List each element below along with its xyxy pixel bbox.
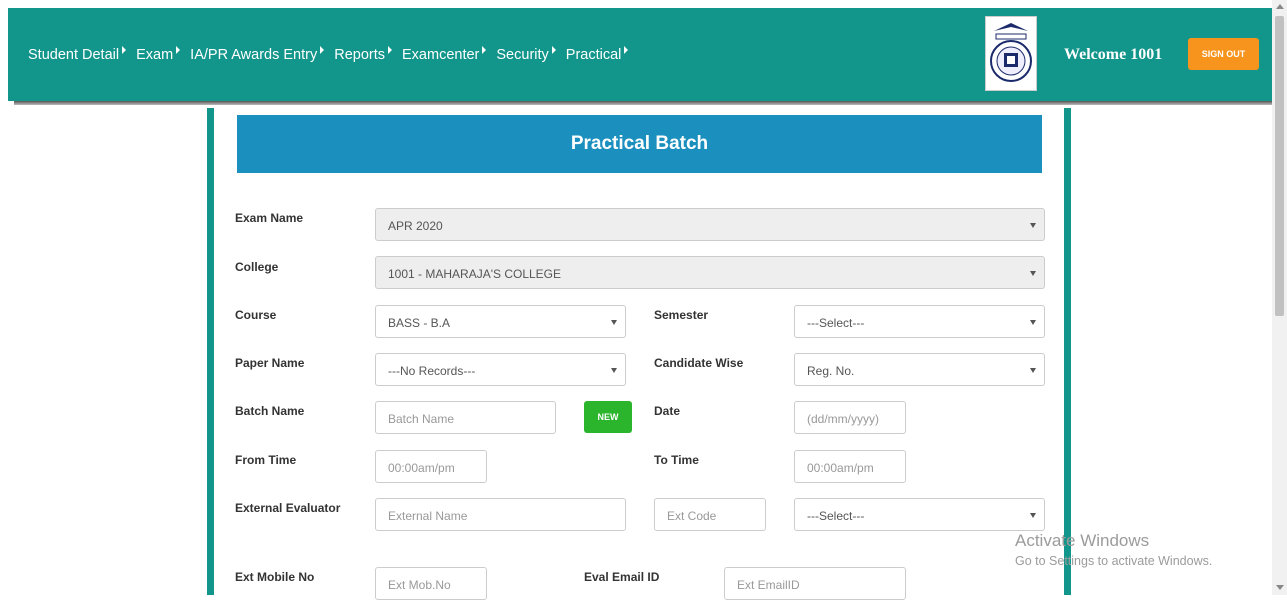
chevron-down-icon	[611, 368, 617, 373]
welcome-text: Welcome 1001	[1064, 46, 1163, 63]
ext-mobile-label: Ext Mobile No	[235, 570, 315, 584]
batch-name-placeholder: Batch Name	[388, 412, 455, 426]
sign-out-button[interactable]: SIGN OUT	[1188, 38, 1259, 70]
menu-reports[interactable]: Reports	[334, 46, 393, 63]
menu-label: IA/PR Awards Entry	[190, 47, 318, 63]
paper-name-value: ---No Records---	[388, 364, 476, 378]
semester-value: ---Select---	[807, 316, 865, 330]
submenu-arrow-icon	[388, 46, 393, 54]
to-time-label: To Time	[654, 453, 699, 467]
activate-windows-title: Activate Windows	[1015, 531, 1150, 550]
chevron-down-icon	[611, 320, 617, 325]
scrollbar-thumb[interactable]	[1275, 16, 1284, 316]
candidate-wise-label: Candidate Wise	[654, 356, 744, 370]
external-name-input[interactable]: External Name	[375, 498, 626, 531]
college-select[interactable]: 1001 - MAHARAJA'S COLLEGE	[375, 256, 1045, 289]
menu-practical[interactable]: Practical	[565, 46, 629, 63]
paper-name-label: Paper Name	[235, 356, 305, 370]
menu-label: Examcenter	[402, 47, 480, 63]
university-seal-icon	[990, 22, 1032, 82]
eval-email-label: Eval Email ID	[584, 570, 660, 584]
page-title: Practical Batch	[237, 115, 1042, 173]
exam-name-select[interactable]: APR 2020	[375, 208, 1045, 241]
menu-security[interactable]: Security	[496, 46, 556, 63]
chevron-down-icon	[1030, 271, 1036, 276]
ext-mobile-input[interactable]: Ext Mob.No	[375, 567, 487, 600]
to-time-input[interactable]: 00:00am/pm	[794, 450, 906, 483]
college-label: College	[235, 260, 279, 274]
external-evaluator-label: External Evaluator	[235, 501, 341, 515]
batch-name-input[interactable]: Batch Name	[375, 401, 556, 434]
from-time-placeholder: 00:00am/pm	[388, 461, 455, 475]
menu-label: Security	[496, 47, 549, 63]
ext-code-input[interactable]: Ext Code	[654, 498, 766, 531]
new-batch-button[interactable]: NEW	[584, 401, 632, 433]
external-name-placeholder: External Name	[388, 509, 468, 523]
activate-windows-subtitle: Go to Settings to activate Windows.	[1015, 554, 1213, 568]
college-value: 1001 - MAHARAJA'S COLLEGE	[388, 267, 562, 281]
date-placeholder: (dd/mm/yyyy)	[807, 412, 879, 426]
menu-label: Reports	[334, 47, 386, 63]
menu-ia-pr-awards-entry[interactable]: IA/PR Awards Entry	[190, 46, 325, 63]
course-select[interactable]: BASS - B.A	[375, 305, 626, 338]
semester-select[interactable]: ---Select---	[794, 305, 1045, 338]
scroll-down-icon[interactable]	[1276, 585, 1284, 590]
external-evaluator-value: ---Select---	[807, 509, 865, 523]
submenu-arrow-icon	[551, 46, 556, 54]
exam-name-value: APR 2020	[388, 219, 443, 233]
chevron-down-icon	[1030, 223, 1036, 228]
submenu-arrow-icon	[482, 46, 487, 54]
ext-mobile-placeholder: Ext Mob.No	[388, 578, 451, 592]
batch-name-label: Batch Name	[235, 404, 305, 418]
menu-label: Exam	[136, 47, 174, 63]
chevron-down-icon	[1030, 368, 1036, 373]
course-value: BASS - B.A	[388, 316, 451, 330]
chevron-down-icon	[1030, 320, 1036, 325]
main-menu: Student Detail Exam IA/PR Awards Entry R…	[28, 46, 638, 63]
menu-student-detail[interactable]: Student Detail	[28, 46, 127, 63]
scroll-up-icon[interactable]	[1276, 4, 1284, 9]
menu-examcenter[interactable]: Examcenter	[402, 46, 487, 63]
eval-email-input[interactable]: Ext EmailID	[724, 567, 906, 600]
page-scrollbar[interactable]	[1272, 0, 1287, 595]
date-input[interactable]: (dd/mm/yyyy)	[794, 401, 906, 434]
date-label: Date	[654, 404, 681, 418]
candidate-wise-select[interactable]: Reg. No.	[794, 353, 1045, 386]
submenu-arrow-icon	[320, 46, 325, 54]
semester-label: Semester	[654, 308, 709, 322]
from-time-input[interactable]: 00:00am/pm	[375, 450, 487, 483]
university-logo	[985, 16, 1037, 91]
candidate-wise-value: Reg. No.	[807, 364, 855, 378]
ext-code-placeholder: Ext Code	[667, 509, 717, 523]
submenu-arrow-icon	[176, 46, 181, 54]
chevron-down-icon	[1030, 513, 1036, 518]
course-label: Course	[235, 308, 277, 322]
menu-exam[interactable]: Exam	[136, 46, 181, 63]
paper-name-select[interactable]: ---No Records---	[375, 353, 626, 386]
submenu-arrow-icon	[122, 46, 127, 54]
submenu-arrow-icon	[624, 46, 629, 54]
menu-label: Practical	[565, 47, 622, 63]
navbar-shadow	[14, 101, 1272, 105]
menu-label: Student Detail	[28, 47, 120, 63]
eval-email-placeholder: Ext EmailID	[737, 578, 800, 592]
to-time-placeholder: 00:00am/pm	[807, 461, 874, 475]
exam-name-label: Exam Name	[235, 211, 304, 225]
from-time-label: From Time	[235, 453, 297, 467]
external-evaluator-select[interactable]: ---Select---	[794, 498, 1045, 531]
